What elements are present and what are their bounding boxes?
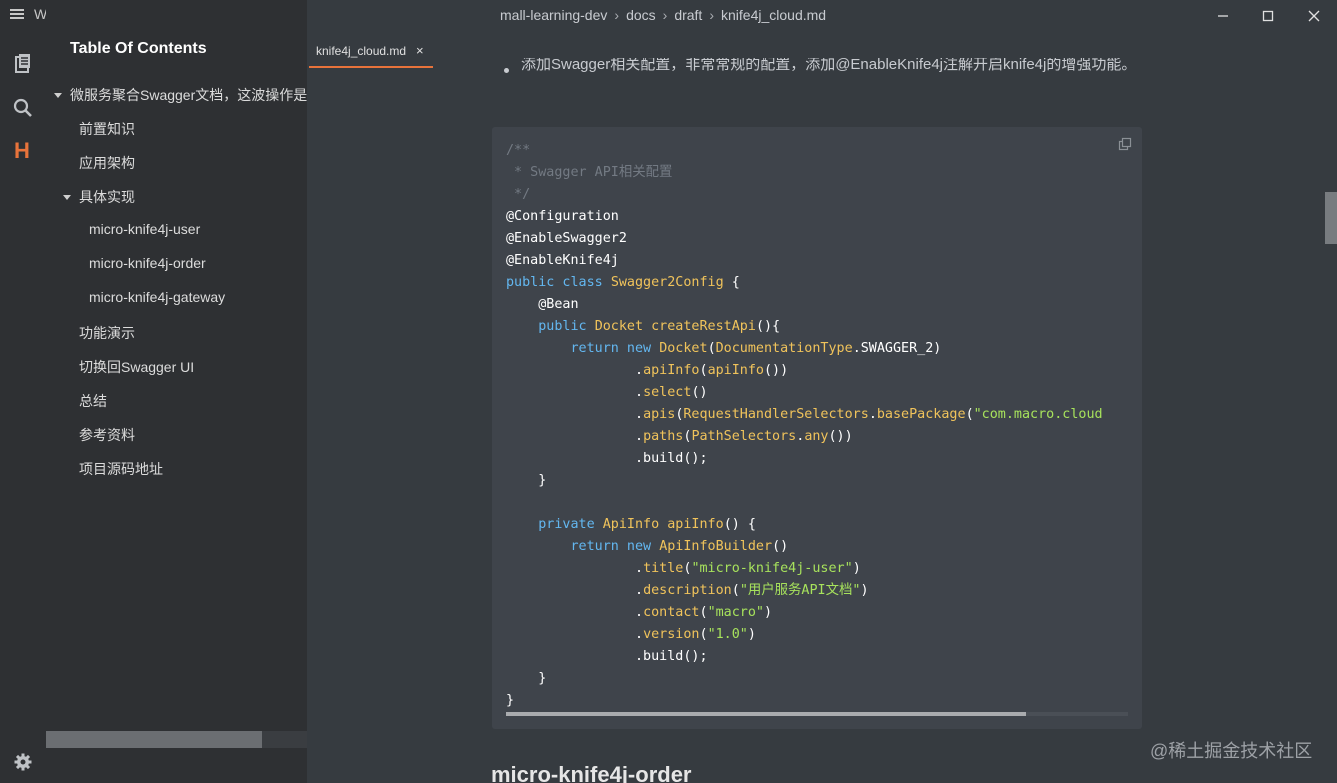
sidebar-outline: Table Of Contents 微服务聚合Swagger文档，这波操作是 前… bbox=[46, 0, 307, 783]
title-bar: mall-learning-dev › docs › draft › knife4j_clo… bbox=[307, 0, 1337, 32]
tab-label: knife4j_cloud.md bbox=[316, 44, 407, 58]
copy-icon[interactable] bbox=[1118, 137, 1132, 151]
toc-item[interactable]: 切换回Swagger UI bbox=[79, 357, 194, 377]
sidebar-hscroll-thumb[interactable] bbox=[46, 731, 262, 748]
outline-icon[interactable]: H bbox=[14, 140, 36, 162]
breadcrumb-item[interactable]: draft bbox=[674, 7, 702, 23]
close-window-icon[interactable] bbox=[1306, 8, 1322, 24]
chevron-right-icon: › bbox=[614, 7, 620, 23]
toc-item[interactable]: 具体实现 bbox=[63, 187, 135, 207]
toc-item[interactable]: 项目源码地址 bbox=[79, 459, 163, 479]
chevron-right-icon: › bbox=[709, 7, 714, 23]
code-text: /** * Swagger API相关配置 */ @Configuration … bbox=[506, 143, 1103, 708]
activity-bar: H bbox=[0, 0, 46, 783]
toc-item[interactable]: 应用架构 bbox=[79, 153, 135, 173]
maximize-icon[interactable] bbox=[1260, 8, 1276, 24]
breadcrumb-item[interactable]: knife4j_cloud.md bbox=[721, 7, 826, 23]
files-icon[interactable] bbox=[12, 52, 34, 74]
toc-item[interactable]: 微服务聚合Swagger文档，这波操作是 bbox=[54, 85, 307, 105]
code-hscroll-thumb[interactable] bbox=[506, 712, 1026, 716]
toc-item[interactable]: 功能演示 bbox=[79, 323, 135, 343]
toc-title: Table Of Contents bbox=[70, 40, 207, 57]
toc-item[interactable]: 前置知识 bbox=[79, 119, 135, 139]
editor-content: 添加Swagger相关配置，非常常规的配置，添加@EnableKnife4j注解… bbox=[307, 58, 1323, 783]
bullet-paragraph: 添加Swagger相关配置，非常常规的配置，添加@EnableKnife4j注解… bbox=[521, 58, 1137, 73]
section-heading: micro-knife4j-order bbox=[491, 762, 692, 783]
toc-item[interactable]: micro-knife4j-order bbox=[89, 255, 206, 271]
code-block[interactable]: /** * Swagger API相关配置 */ @Configuration … bbox=[492, 127, 1142, 729]
close-tab-icon[interactable]: × bbox=[416, 43, 424, 58]
caret-down-icon[interactable] bbox=[63, 194, 71, 200]
breadcrumb-item[interactable]: docs bbox=[626, 7, 656, 23]
toc-item[interactable]: 总结 bbox=[79, 391, 107, 411]
toc-item[interactable]: micro-knife4j-user bbox=[89, 221, 200, 237]
breadcrumb: mall-learning-dev › docs › draft › knife4j_clo… bbox=[500, 7, 826, 23]
watermark: @稀土掘金技术社区 bbox=[1150, 741, 1313, 761]
menu-icon[interactable] bbox=[10, 7, 24, 21]
toc-item[interactable]: micro-knife4j-gateway bbox=[89, 289, 225, 305]
chevron-right-icon: › bbox=[662, 7, 668, 23]
editor-vscroll-thumb[interactable] bbox=[1325, 192, 1337, 244]
minimize-icon[interactable] bbox=[1215, 8, 1231, 24]
bullet-icon bbox=[504, 68, 509, 73]
settings-icon[interactable] bbox=[13, 752, 33, 772]
breadcrumb-item[interactable]: mall-learning-dev bbox=[500, 7, 607, 23]
caret-down-icon[interactable] bbox=[54, 92, 62, 98]
search-icon[interactable] bbox=[12, 97, 34, 119]
toc-item[interactable]: 参考资料 bbox=[79, 425, 135, 445]
